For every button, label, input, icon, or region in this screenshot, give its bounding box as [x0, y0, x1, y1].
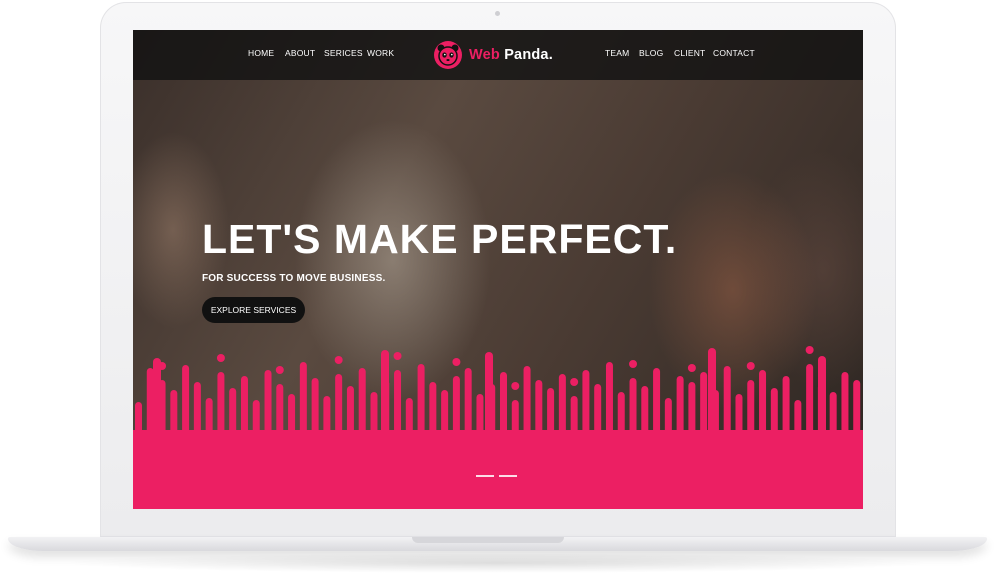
logo-text-dot: . — [548, 47, 553, 63]
drip-bar — [182, 365, 190, 440]
laptop-camera — [495, 11, 500, 16]
drip-bar — [500, 372, 507, 440]
drip-bar — [653, 368, 661, 440]
drip-bar — [582, 370, 590, 440]
drip-bar — [264, 370, 272, 440]
drip-dot — [393, 352, 402, 360]
drip-bar — [217, 372, 225, 440]
drip-dot — [275, 366, 284, 374]
nav-home-link[interactable]: HOME — [248, 48, 274, 58]
laptop-shadow — [60, 553, 935, 573]
logo-text-primary: Web — [469, 47, 500, 63]
drip-dot — [746, 362, 755, 370]
drip-bar — [700, 372, 708, 440]
drip-bar — [759, 370, 767, 440]
drip-bar — [394, 370, 402, 440]
drip-dot — [511, 382, 520, 390]
site-logo[interactable]: Web Panda. — [434, 41, 553, 69]
drip-dot — [629, 360, 638, 368]
drip-bar — [381, 350, 389, 440]
drip-bar — [417, 364, 425, 440]
drip-bar — [153, 358, 161, 440]
drip-bar — [299, 362, 307, 440]
hero-subtitle: FOR SUCCESS TO MOVE BUSINESS. — [202, 273, 386, 284]
nav-services-link[interactable]: SERICES — [324, 48, 363, 58]
logo-text: Web Panda. — [469, 47, 553, 63]
drip-bar — [841, 372, 849, 440]
drip-bar — [605, 362, 613, 440]
nav-about-link[interactable]: ABOUT — [285, 48, 315, 58]
slider-pagination — [476, 475, 517, 477]
drip-bar — [146, 368, 154, 440]
navigation-bar: HOME ABOUT SERICES WORK Web Panda. TEAM … — [133, 30, 863, 80]
nav-blog-link[interactable]: BLOG — [639, 48, 663, 58]
nav-team-link[interactable]: TEAM — [605, 48, 629, 58]
logo-text-secondary: Panda — [504, 47, 549, 63]
drip-bar — [818, 356, 826, 440]
drip-bar — [358, 368, 366, 440]
drip-dot — [687, 364, 696, 372]
panda-icon — [434, 41, 462, 69]
drip-dot — [216, 354, 225, 362]
drip-dot — [570, 378, 579, 386]
drip-bar — [708, 348, 716, 440]
drip-bar — [523, 366, 531, 440]
slider-dot[interactable] — [499, 475, 517, 477]
drip-dot — [805, 346, 814, 354]
nav-client-link[interactable]: CLIENT — [674, 48, 705, 58]
drip-bar — [806, 364, 814, 440]
website-screen: HOME ABOUT SERICES WORK Web Panda. TEAM … — [133, 30, 863, 509]
laptop-base-notch — [412, 537, 564, 543]
drip-bar — [464, 368, 472, 440]
nav-contact-link[interactable]: CONTACT — [713, 48, 755, 58]
drip-bar — [723, 366, 731, 440]
nav-work-link[interactable]: WORK — [367, 48, 394, 58]
drip-bar — [485, 352, 493, 440]
drip-dot — [452, 358, 461, 366]
drip-dot — [334, 356, 343, 364]
pink-drip-wave — [133, 346, 863, 509]
hero-title: LET'S MAKE PERFECT. — [202, 216, 678, 262]
slider-dot[interactable] — [476, 475, 494, 477]
